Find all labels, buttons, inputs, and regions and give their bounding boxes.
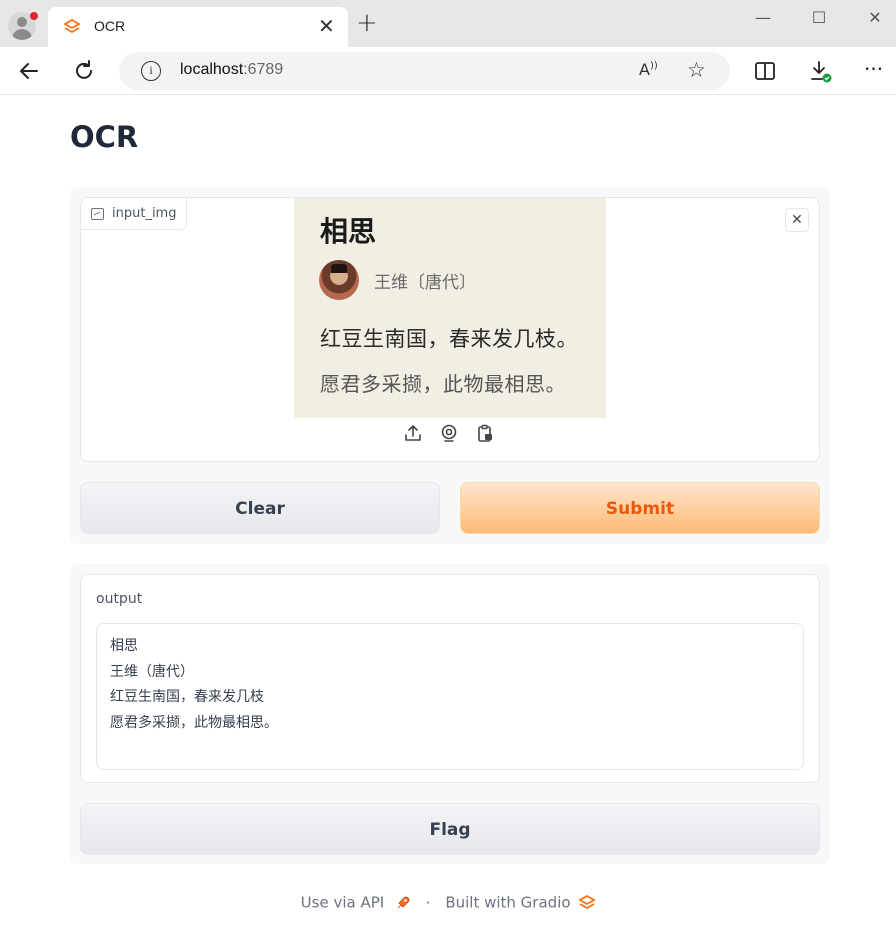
footer: Use via API · Built with Gradio [0, 893, 896, 912]
submit-button[interactable]: Submit [460, 482, 820, 534]
output-panel: output 相思 王维（唐代） 红豆生南国，春来发几枝 愿君多采撷，此物最相思… [70, 564, 830, 864]
gradio-logo-icon [578, 894, 597, 909]
output-line: 相思 [110, 638, 138, 654]
site-info-icon[interactable]: i [141, 61, 161, 81]
input-img-label: input_img [81, 198, 188, 230]
built-with-gradio-link[interactable]: Built with Gradio [445, 894, 570, 912]
reload-icon[interactable] [72, 59, 96, 83]
output-label: output [96, 591, 143, 607]
read-aloud-icon[interactable]: A)) [639, 60, 658, 79]
back-arrow-icon[interactable] [17, 59, 41, 83]
input-panel: input_img 相思 王维〔唐代〕 红豆生南国，春来发几枝。 愿君多采撷，此… [70, 187, 830, 544]
notification-dot [30, 12, 38, 20]
image-source-selector [404, 424, 494, 442]
tab-title: OCR [94, 18, 126, 34]
output-block: output 相思 王维（唐代） 红豆生南国，春来发几枝 愿君多采撷，此物最相思… [80, 574, 820, 783]
more-menu-icon[interactable]: ··· [864, 57, 888, 81]
webcam-icon[interactable] [440, 424, 458, 442]
minimize-icon[interactable]: — [748, 6, 778, 30]
clear-button[interactable]: Clear [80, 482, 440, 534]
output-textbox[interactable]: 相思 王维（唐代） 红豆生南国，春来发几枝 愿君多采撷，此物最相思。 [96, 623, 804, 770]
use-via-api-link[interactable]: Use via API [301, 894, 385, 912]
clipboard-icon[interactable] [476, 424, 494, 442]
favorite-star-icon[interactable]: ☆ [687, 58, 706, 82]
address-url[interactable]: localhost:6789 [180, 61, 283, 79]
poem-line: 红豆生南国，春来发几枝。 [320, 327, 578, 351]
maximize-icon[interactable]: ☐ [804, 6, 834, 30]
flag-button[interactable]: Flag [80, 803, 820, 855]
image-icon [91, 207, 104, 220]
poem-title: 相思 [320, 215, 377, 248]
poet-avatar [319, 260, 359, 300]
rocket-icon [397, 896, 410, 908]
output-line: 王维（唐代） [110, 663, 194, 680]
poem-line: 愿君多采撷，此物最相思。 [320, 372, 566, 396]
gradio-logo-icon [64, 19, 80, 34]
new-tab-icon[interactable]: + [356, 10, 378, 36]
browser-toolbar: i localhost:6789 A)) ☆ ··· [0, 47, 896, 95]
browser-tab[interactable]: OCR ✕ [48, 7, 348, 47]
tab-close-icon[interactable]: ✕ [318, 16, 335, 36]
address-bar[interactable]: i localhost:6789 A)) ☆ [119, 52, 730, 90]
page-title: OCR [70, 120, 139, 154]
clear-image-icon[interactable]: ✕ [785, 208, 809, 232]
window-close-icon[interactable]: ✕ [860, 6, 890, 30]
split-screen-icon[interactable] [753, 59, 777, 83]
output-line: 红豆生南国，春来发几枝 [110, 689, 264, 705]
downloads-icon[interactable] [808, 59, 832, 83]
upload-icon[interactable] [404, 424, 422, 442]
uploaded-image: 相思 王维〔唐代〕 红豆生南国，春来发几枝。 愿君多采撷，此物最相思。 [294, 198, 606, 418]
footer-separator: · [425, 893, 431, 912]
output-line: 愿君多采撷，此物最相思。 [110, 714, 278, 731]
poem-author: 王维〔唐代〕 [374, 273, 476, 293]
browser-titlebar: OCR ✕ + — ☐ ✕ [0, 0, 896, 47]
image-input[interactable]: input_img 相思 王维〔唐代〕 红豆生南国，春来发几枝。 愿君多采撷，此… [80, 197, 820, 462]
